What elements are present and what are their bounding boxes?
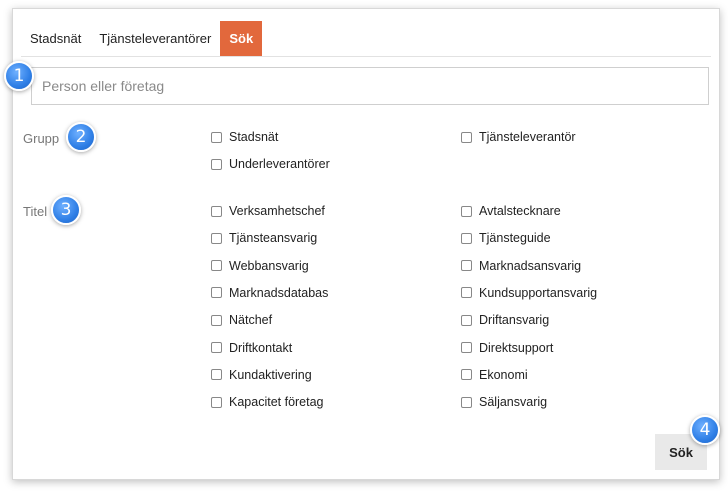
checkbox[interactable]: [461, 396, 472, 408]
group-checkbox-underleverantorer[interactable]: Underleverantörer: [211, 157, 330, 171]
title-checkbox-item[interactable]: Verksamhetschef: [211, 204, 325, 218]
checkbox-label: Kundaktivering: [229, 367, 312, 382]
title-checkbox-item[interactable]: Kundsupportansvarig: [461, 286, 597, 300]
checkbox-label: Tjänsteguide: [479, 231, 551, 246]
checkbox-label: Underleverantörer: [229, 157, 330, 171]
checkbox-label: Driftansvarig: [479, 313, 550, 328]
title-checkbox-item[interactable]: Marknadsdatabas: [211, 286, 328, 300]
checkbox-label: Tjänsteleverantör: [479, 130, 576, 144]
group-label: Grupp: [23, 131, 60, 146]
checkbox[interactable]: [461, 232, 472, 244]
title-checkbox-item[interactable]: Säljansvarig: [461, 395, 547, 409]
title-checkbox-item[interactable]: Kapacitet företag: [211, 395, 324, 409]
checkbox-label: Nätchef: [229, 313, 273, 328]
title-checkbox-item[interactable]: Webbansvarig: [211, 259, 309, 273]
checkbox-label: Verksamhetschef: [229, 204, 325, 218]
checkbox[interactable]: [461, 287, 472, 299]
group-checkbox-tjansteleverantor[interactable]: Tjänsteleverantör: [461, 130, 576, 144]
checkbox[interactable]: [211, 205, 222, 217]
checkbox[interactable]: [211, 396, 222, 408]
checkbox[interactable]: [461, 131, 472, 143]
checkbox-label: Webbansvarig: [229, 258, 309, 273]
checkbox-label: Kundsupportansvarig: [479, 285, 598, 300]
group-checkbox-stadsnat[interactable]: Stadsnät: [211, 130, 278, 144]
checkbox[interactable]: [461, 342, 472, 353]
title-checkbox-item[interactable]: Tjänsteansvarig: [211, 231, 317, 245]
checkbox-label: Marknadsdatabas: [229, 285, 329, 300]
title-checkbox-item[interactable]: Tjänsteguide: [461, 231, 551, 245]
checkbox[interactable]: [461, 314, 472, 326]
checkbox-label: Stadsnät: [229, 130, 279, 144]
checkbox-label: Driftkontakt: [229, 340, 293, 355]
step-badge-3-icon: 3: [51, 195, 81, 225]
checkbox[interactable]: [461, 260, 472, 272]
checkbox[interactable]: [211, 232, 222, 244]
step-badge-4-icon: 4: [690, 415, 720, 445]
checkbox-label: Ekonomi: [479, 367, 528, 382]
checkbox[interactable]: [211, 342, 222, 353]
checkbox[interactable]: [211, 260, 222, 272]
checkbox[interactable]: [461, 205, 472, 217]
checkbox-label: Direktsupport: [479, 340, 554, 355]
search-input[interactable]: [31, 67, 709, 105]
title-checkbox-item[interactable]: Direktsupport: [461, 341, 553, 355]
checkbox[interactable]: [461, 369, 472, 381]
checkbox-label: Tjänsteansvarig: [229, 231, 318, 246]
tab-stadsnat[interactable]: Stadsnät: [21, 21, 90, 56]
checkbox-label: Kapacitet företag: [229, 395, 324, 410]
checkbox[interactable]: [211, 314, 222, 326]
title-checkbox-item[interactable]: Avtalstecknare: [461, 204, 561, 218]
checkbox-label: Marknadsansvarig: [479, 258, 582, 273]
title-checkbox-item[interactable]: Driftansvarig: [461, 313, 549, 327]
title-checkbox-item[interactable]: Ekonomi: [461, 368, 528, 382]
title-checkbox-item[interactable]: Driftkontakt: [211, 341, 292, 355]
tab-sok[interactable]: Sök: [220, 21, 263, 56]
search-panel: Stadsnät Tjänsteleverantörer Sök Grupp S…: [12, 8, 720, 480]
checkbox-label: Avtalstecknare: [479, 204, 561, 218]
checkbox-label: Säljansvarig: [479, 395, 548, 410]
step-badge-1-icon: 1: [4, 61, 34, 91]
title-checkbox-item[interactable]: Marknadsansvarig: [461, 259, 581, 273]
checkbox[interactable]: [211, 287, 222, 299]
checkbox[interactable]: [211, 158, 222, 170]
step-badge-2-icon: 2: [66, 122, 96, 152]
tab-bar: Stadsnät Tjänsteleverantörer Sök: [21, 21, 711, 57]
title-label: Titel: [23, 204, 48, 219]
title-checkbox-item[interactable]: Nätchef: [211, 313, 272, 327]
title-checkbox-item[interactable]: Kundaktivering: [211, 368, 312, 382]
checkbox[interactable]: [211, 369, 222, 381]
checkbox[interactable]: [211, 131, 222, 143]
tab-tjansteleverantorer[interactable]: Tjänsteleverantörer: [90, 21, 220, 56]
